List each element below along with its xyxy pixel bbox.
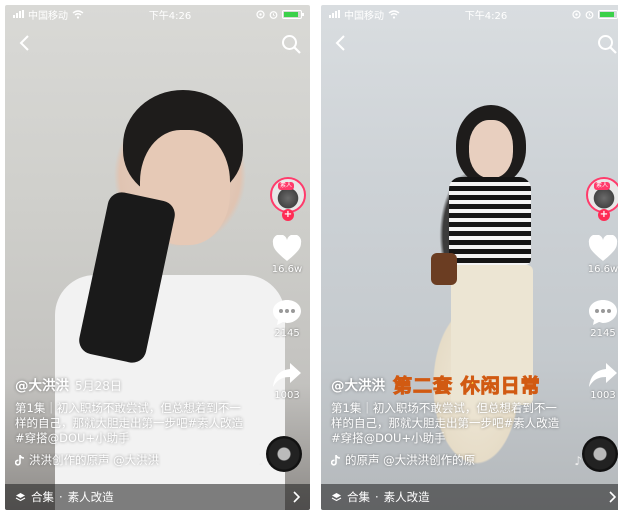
signal-icon [329, 10, 340, 18]
music-disc-icon[interactable] [266, 436, 302, 472]
battery-icon [598, 9, 618, 19]
video-info: @大洪洪 第1集｜初入职场不敢尝试，但总想着到不一样的自己，那就大胆走出第一步吧… [331, 379, 566, 468]
collection-bar[interactable]: 合集 · 素人改造 [321, 484, 618, 510]
comment-count: 2145 [590, 328, 616, 339]
alarm-icon [269, 10, 278, 19]
carrier-label: 中国移动 [28, 10, 68, 22]
back-icon[interactable] [15, 33, 35, 53]
avatar-tag: 素人 [278, 182, 295, 190]
author-line: @大洪洪 [331, 379, 566, 394]
collection-name: 素人改造 [67, 490, 114, 504]
share-count: 1003 [274, 390, 300, 401]
signal-icon [13, 10, 24, 18]
music-note-icon: ♪ [258, 454, 266, 468]
status-bar: 中国移动 下午4:26 [321, 5, 618, 23]
author-avatar[interactable]: 素人 [270, 177, 306, 213]
collection-icon [331, 492, 342, 501]
wifi-icon [388, 9, 400, 19]
tiktok-note-icon [331, 455, 341, 466]
author-avatar[interactable]: 素人 [586, 177, 618, 213]
search-icon[interactable] [596, 33, 618, 55]
separator-dot: · [375, 490, 379, 504]
author-name[interactable]: @大洪洪 [15, 378, 69, 394]
collection-icon [15, 492, 26, 501]
video-description: 第1集｜初入职场不敢尝试，但总想着到不一样的自己，那就大胆走出第一步吧#素人改造… [331, 401, 560, 445]
like-count: 16.6w [587, 264, 618, 275]
search-icon[interactable] [280, 33, 302, 55]
chevron-right-icon [293, 491, 300, 503]
collection-label: 合集 [31, 490, 54, 504]
clock: 下午4:26 [148, 10, 192, 22]
video-screen-2[interactable]: 中国移动 下午4:26 素人 + 16.6w 2145 1003 第二套 休闲日… [321, 5, 618, 510]
collection-label: 合集 [347, 490, 370, 504]
author-line: @大洪洪 5月28日 [15, 379, 250, 394]
like-count: 16.6w [271, 264, 303, 275]
person-face [469, 120, 513, 178]
video-description: 第1集｜初入职场不敢尝试，但总想着到不一样的自己，那就大胆走出第一步吧#素人改造… [15, 401, 244, 445]
music-disc-icon[interactable] [582, 436, 618, 472]
top-bar [5, 31, 310, 57]
comment-icon [273, 300, 301, 325]
like-button[interactable]: 16.6w [270, 235, 304, 275]
battery-icon [282, 9, 304, 19]
alarm-icon [585, 10, 594, 19]
music-line[interactable]: 的原声 @大洪洪创作的原 [331, 453, 566, 468]
video-info: @大洪洪 5月28日 第1集｜初入职场不敢尝试，但总想着到不一样的自己，那就大胆走… [15, 379, 250, 468]
location-icon [256, 9, 265, 19]
like-button[interactable]: 16.6w [586, 235, 618, 275]
comment-button[interactable]: 2145 [586, 298, 618, 339]
follow-button[interactable]: + [282, 209, 294, 221]
comment-icon [589, 300, 617, 325]
collection-name: 素人改造 [383, 490, 430, 504]
share-icon [273, 363, 301, 387]
avatar-tag: 素人 [594, 182, 611, 190]
music-line[interactable]: 洪洪创作的原声 @大洪洪 [15, 453, 250, 468]
music-title: 的原声 @大洪洪创作的原 [345, 453, 476, 467]
share-icon [589, 363, 617, 387]
clock: 下午4:26 [464, 10, 508, 22]
carrier-label: 中国移动 [344, 10, 384, 22]
back-icon[interactable] [331, 33, 351, 53]
location-icon [572, 9, 581, 19]
striped-top [449, 177, 531, 265]
music-note-icon: ♪ [574, 454, 582, 468]
comment-count: 2145 [274, 328, 300, 339]
shoulder-bag [431, 253, 457, 285]
tiktok-note-icon [15, 455, 25, 466]
music-title: 洪洪创作的原声 @大洪洪 [29, 453, 160, 467]
comment-button[interactable]: 2145 [270, 298, 304, 339]
heart-icon [588, 235, 618, 261]
collection-bar[interactable]: 合集 · 素人改造 [5, 484, 310, 510]
chevron-right-icon [609, 491, 616, 503]
follow-button[interactable]: + [598, 209, 610, 221]
video-screen-1[interactable]: 中国移动 下午4:26 素人 + 16.6w 2145 1003 @大洪洪 5月… [5, 5, 310, 510]
post-date: 5月28日 [75, 379, 122, 393]
heart-icon [272, 235, 302, 261]
screenshot-pair: 中国移动 下午4:26 素人 + 16.6w 2145 1003 @大洪洪 5月… [0, 0, 618, 515]
share-button[interactable]: 1003 [586, 362, 618, 401]
top-bar [321, 31, 618, 57]
share-count: 1003 [590, 390, 616, 401]
author-name[interactable]: @大洪洪 [331, 378, 385, 394]
wifi-icon [72, 9, 84, 19]
status-bar: 中国移动 下午4:26 [5, 5, 310, 23]
share-button[interactable]: 1003 [270, 362, 304, 401]
separator-dot: · [59, 490, 63, 504]
